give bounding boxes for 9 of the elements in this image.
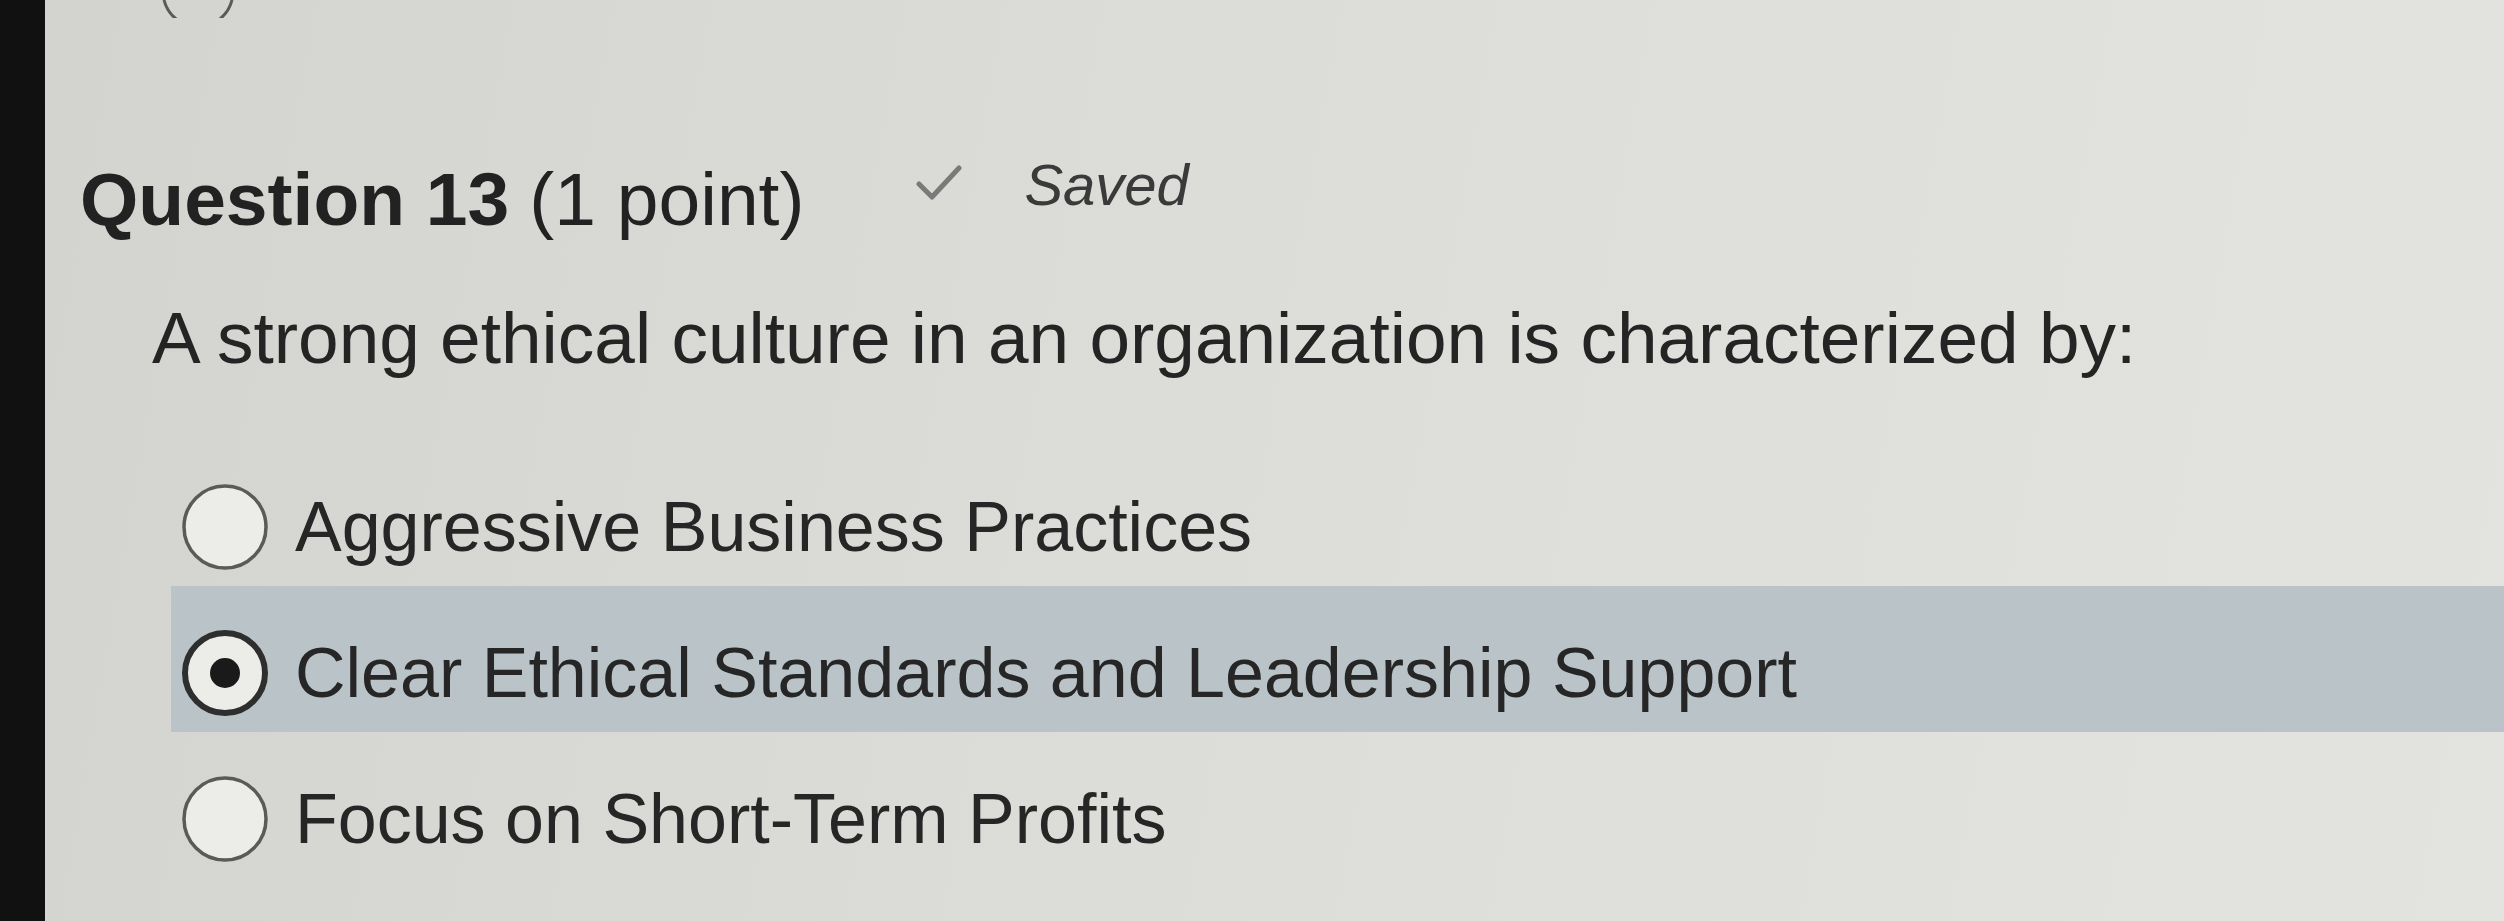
check-icon [916,164,963,202]
radio-button[interactable] [181,483,269,571]
radio-button[interactable] [181,629,269,717]
radio-button[interactable] [181,775,269,863]
answer-option[interactable]: Aggressive Business Practices [171,440,2504,586]
circle-outline-icon [162,0,234,18]
answer-option[interactable]: Focus on Short-Term Profits [171,732,2504,878]
saved-status: Saved [1024,156,1189,214]
answer-option[interactable]: Clear Ethical Standards and Leadership Support [171,586,2504,732]
